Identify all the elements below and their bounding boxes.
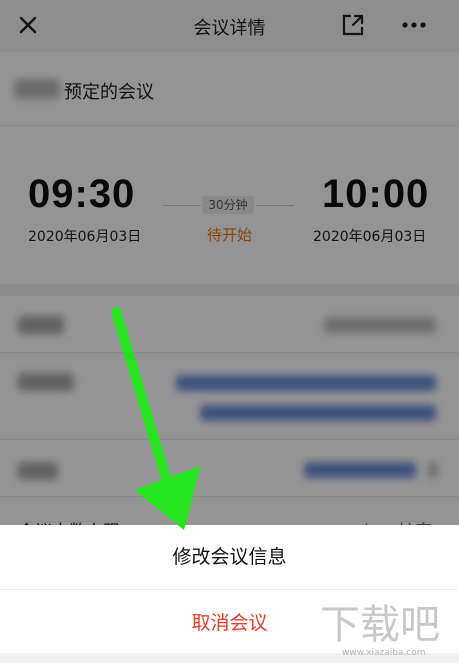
edit-meeting-button[interactable]: 修改会议信息	[0, 525, 459, 590]
watermark-logo: 下载吧	[320, 602, 440, 648]
meeting-detail-page: 会议详情 预定的会议 09:30 2020年06月03日 30分钟 待开始 10…	[0, 0, 459, 663]
watermark-url: www.xiazaiba.com	[342, 648, 426, 658]
watermark-text: 下载吧	[320, 602, 440, 648]
